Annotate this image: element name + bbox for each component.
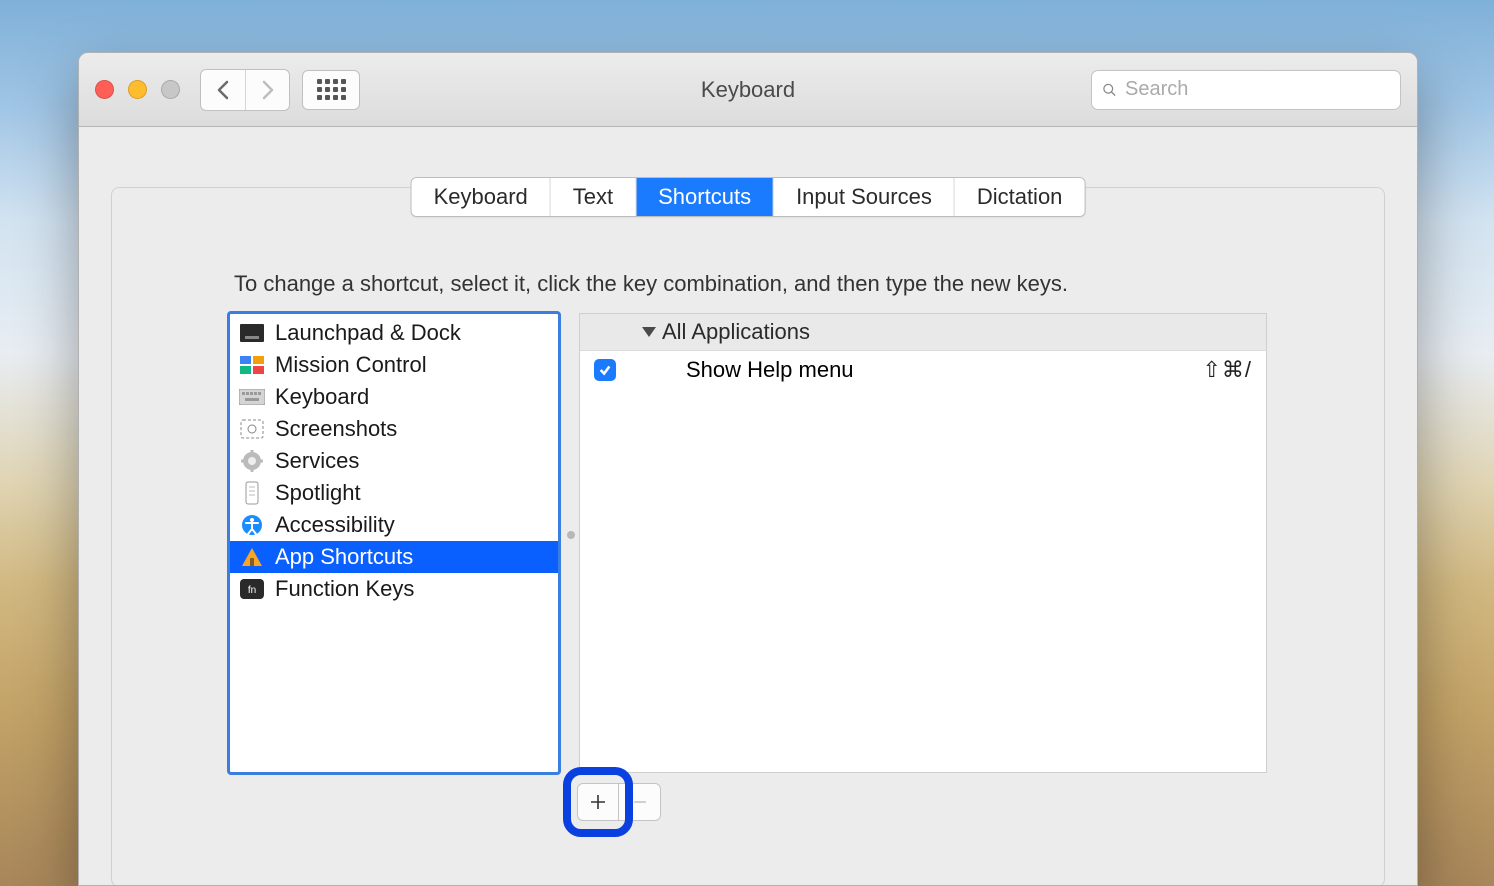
nav-buttons (200, 69, 290, 111)
tab-text[interactable]: Text (551, 178, 636, 216)
screenshots-icon (239, 418, 265, 440)
category-label: Mission Control (275, 352, 427, 378)
split-handle[interactable] (567, 531, 575, 539)
category-accessibility[interactable]: Accessibility (229, 509, 559, 541)
add-remove-buttons (577, 783, 661, 821)
close-window-button[interactable] (95, 80, 114, 99)
search-icon (1102, 81, 1117, 99)
disclosure-triangle-icon[interactable] (642, 327, 656, 337)
add-shortcut-button[interactable] (577, 783, 619, 821)
chevron-left-icon (216, 80, 230, 100)
group-header[interactable]: All Applications (580, 314, 1266, 351)
category-label: Launchpad & Dock (275, 320, 461, 346)
search-field-wrap[interactable] (1091, 70, 1401, 110)
shortcut-combo[interactable]: ⇧⌘/ (1202, 357, 1252, 383)
category-services[interactable]: Services (229, 445, 559, 477)
category-label: Accessibility (275, 512, 395, 538)
category-label: Services (275, 448, 359, 474)
tab-bar: Keyboard Text Shortcuts Input Sources Di… (411, 177, 1086, 217)
fn-icon: fn (239, 578, 265, 600)
shortcut-label: Show Help menu (686, 357, 854, 383)
preferences-window: Keyboard Keyboard Text Shortcuts Input S… (78, 52, 1418, 886)
tab-keyboard[interactable]: Keyboard (412, 178, 551, 216)
category-label: Screenshots (275, 416, 397, 442)
plus-icon (590, 794, 606, 810)
category-spotlight[interactable]: Spotlight (229, 477, 559, 509)
grid-icon (317, 79, 346, 100)
category-label: App Shortcuts (275, 544, 413, 570)
category-function-keys[interactable]: fn Function Keys (229, 573, 559, 605)
show-all-button[interactable] (302, 70, 360, 110)
search-input[interactable] (1125, 78, 1390, 101)
forward-button[interactable] (245, 70, 289, 110)
category-keyboard[interactable]: Keyboard (229, 381, 559, 413)
shortcut-enabled-checkbox[interactable] (594, 359, 616, 381)
category-app-shortcuts[interactable]: App Shortcuts (229, 541, 559, 573)
minus-icon (632, 794, 648, 810)
category-label: Keyboard (275, 384, 369, 410)
svg-text:fn: fn (248, 585, 256, 596)
tab-input-sources[interactable]: Input Sources (774, 178, 955, 216)
mission-control-icon (239, 354, 265, 376)
remove-shortcut-button[interactable] (619, 783, 661, 821)
zoom-window-button[interactable] (161, 80, 180, 99)
shortcut-row[interactable]: Show Help menu ⇧⌘/ (580, 351, 1266, 389)
titlebar: Keyboard (79, 53, 1417, 127)
app-shortcuts-icon (239, 546, 265, 568)
back-button[interactable] (201, 70, 245, 110)
spotlight-icon (239, 482, 265, 504)
category-label: Spotlight (275, 480, 361, 506)
category-mission-control[interactable]: Mission Control (229, 349, 559, 381)
keyboard-icon (239, 386, 265, 408)
instruction-text: To change a shortcut, select it, click t… (234, 271, 1068, 297)
launchpad-icon (239, 322, 265, 344)
category-list[interactable]: Launchpad & Dock Mission Control Keyboar… (229, 313, 559, 773)
group-header-label: All Applications (662, 319, 810, 345)
services-icon (239, 450, 265, 472)
tab-shortcuts[interactable]: Shortcuts (636, 178, 774, 216)
category-launchpad-dock[interactable]: Launchpad & Dock (229, 317, 559, 349)
tab-dictation[interactable]: Dictation (955, 178, 1085, 216)
category-label: Function Keys (275, 576, 414, 602)
accessibility-icon (239, 514, 265, 536)
lists-row: Launchpad & Dock Mission Control Keyboar… (229, 313, 1267, 773)
traffic-lights (95, 80, 180, 99)
category-screenshots[interactable]: Screenshots (229, 413, 559, 445)
checkmark-icon (598, 363, 612, 377)
chevron-right-icon (261, 80, 275, 100)
minimize-window-button[interactable] (128, 80, 147, 99)
shortcut-detail-list[interactable]: All Applications Show Help menu ⇧⌘/ (579, 313, 1267, 773)
